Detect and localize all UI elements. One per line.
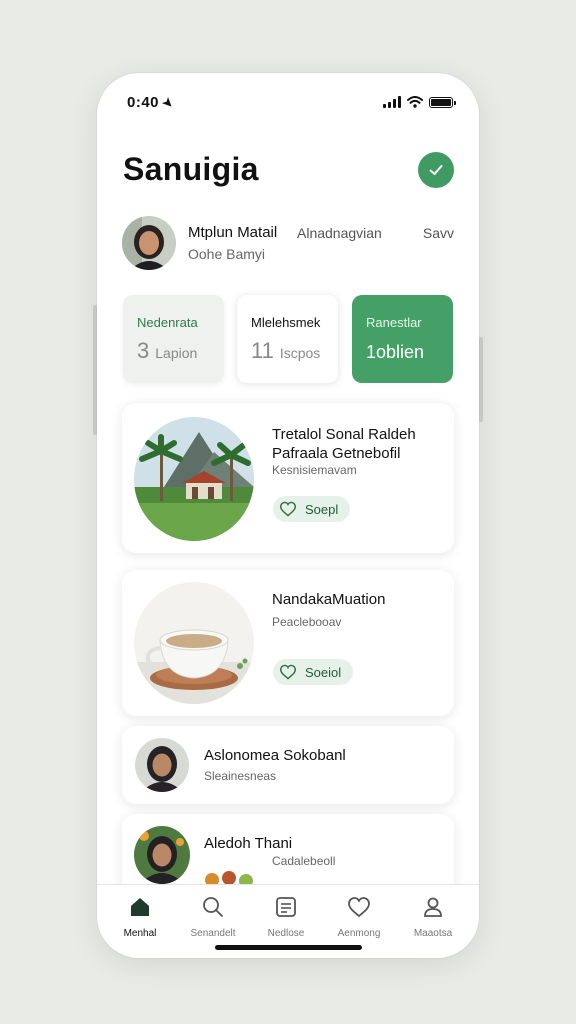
like-label: Soeiol	[305, 664, 342, 680]
card-title-line-2: Pafraala Getnebofil	[272, 445, 401, 462]
coffee-image	[134, 582, 254, 704]
profile-name: Mtplun Matail	[188, 224, 278, 241]
bottom-nav: Menhal Senandelt Nedlose Aenmong Maaotsa	[97, 884, 479, 958]
stat-value-row: 3 Lapion	[137, 338, 210, 364]
profile-row[interactable]: Mtplun Matail Oohe Bamyi Alnadnagvian Sa…	[122, 216, 454, 272]
stat-unit: Lapion	[155, 345, 198, 361]
nav-label: Menhal	[123, 928, 157, 939]
phone-screen: 0:40➤ Sanuigia Mtplun Matail Oohe Bamyi …	[97, 73, 479, 958]
card-subtitle: Kesnisiemavam	[272, 463, 357, 477]
stat-value: 3	[137, 338, 150, 363]
status-bar: 0:40➤	[127, 91, 456, 113]
stat-card-3[interactable]: Ranestlar 1oblien	[352, 295, 453, 383]
nav-profile[interactable]: Maaotsa	[403, 895, 463, 939]
heart-icon	[348, 897, 370, 918]
avatar	[134, 826, 190, 884]
card-subtitle: Peaclebooav	[272, 615, 342, 629]
check-icon	[429, 165, 443, 175]
list-item[interactable]: Aslonomea Sokobanl Sleainesneas	[122, 726, 454, 804]
heart-icon	[279, 664, 297, 680]
card-title: Aledoh Thani	[204, 835, 293, 852]
status-time-text: 0:40	[127, 93, 160, 111]
list-item[interactable]: Tretalol Sonal Raldeh Pafraala Getnebofi…	[122, 403, 454, 553]
home-indicator[interactable]	[215, 945, 362, 950]
stat-value-row: 11 Iscpos	[251, 338, 324, 364]
nav-home[interactable]: Menhal	[110, 895, 170, 939]
search-icon	[203, 897, 223, 917]
card-title: Aslonomea Sokobanl	[204, 747, 346, 764]
profile-right-text[interactable]: Savv	[423, 225, 454, 241]
battery-icon	[429, 96, 456, 108]
stat-unit: Iscpos	[279, 345, 321, 361]
stat-card-2[interactable]: Mlelehsmek 11 Iscpos	[237, 295, 338, 383]
like-button[interactable]: Soepl	[273, 496, 351, 522]
card-subtitle: Sleainesneas	[204, 769, 277, 783]
profile-icon	[424, 897, 442, 917]
heart-icon	[279, 501, 297, 517]
nav-search[interactable]: Senandelt	[183, 895, 243, 939]
status-time: 0:40➤	[127, 93, 177, 112]
location-arrow-icon: ➤	[159, 93, 177, 112]
profile-subtitle: Oohe Bamyi	[188, 246, 266, 262]
page-title: Sanuigia	[123, 151, 259, 187]
avatar	[122, 216, 176, 270]
nav-label: Maaotsa	[413, 928, 453, 939]
profile-middle-text[interactable]: Alnadnagvian	[297, 225, 382, 241]
signal-icon	[383, 96, 401, 108]
stat-value: 11	[251, 338, 274, 363]
card-subtitle: Cadalebeoll	[272, 854, 336, 868]
stat-label: Ranestlar	[366, 315, 422, 330]
like-button[interactable]: Soeiol	[273, 659, 354, 685]
list-item[interactable]: NandakaMuation Peaclebooav Soeiol	[122, 570, 454, 716]
avatar	[135, 738, 189, 792]
stat-label: Mlelehsmek	[251, 315, 321, 330]
card-title-line-1: Tretalol Sonal Raldeh	[272, 426, 416, 443]
phone-side-button-right	[479, 337, 483, 422]
list-icon	[276, 897, 296, 917]
nav-favorites[interactable]: Aenmong	[329, 895, 389, 939]
nav-label: Aenmong	[337, 928, 381, 939]
stat-label: Nedenrata	[137, 315, 198, 330]
stat-value: 1oblien	[366, 342, 425, 362]
wifi-icon	[407, 96, 423, 108]
check-button[interactable]	[418, 152, 454, 188]
like-label: Soepl	[305, 501, 339, 517]
nav-list[interactable]: Nedlose	[256, 895, 316, 939]
card-title: Tretalol Sonal Raldeh Pafraala Getnebofi…	[272, 425, 416, 463]
nav-label: Senandelt	[190, 928, 236, 939]
nav-label: Nedlose	[267, 928, 305, 939]
card-title: NandakaMuation	[272, 591, 386, 608]
home-icon	[131, 898, 149, 916]
status-icons	[383, 96, 456, 108]
resort-image	[134, 417, 254, 541]
stat-card-1[interactable]: Nedenrata 3 Lapion	[123, 295, 224, 383]
